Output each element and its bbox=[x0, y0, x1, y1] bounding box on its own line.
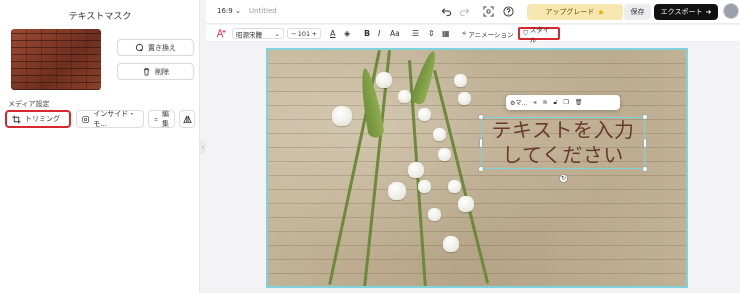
ai-text-icon[interactable] bbox=[216, 28, 226, 39]
text-box[interactable]: テキストを入力 してください bbox=[478, 114, 648, 172]
format-toolbar: 昭源宋體 ⌄ − 101 + A ◈ B I Aa ☰ ⇕ ▦ ⟡ アニメーショ… bbox=[206, 25, 740, 44]
trash-icon[interactable]: 🗑︎ bbox=[575, 99, 583, 106]
save-button[interactable]: 保存 bbox=[624, 4, 651, 20]
style-button[interactable]: ⛉ スタイル bbox=[518, 26, 560, 44]
highlight-icon[interactable]: ◈ bbox=[344, 28, 350, 39]
resize-handle-br[interactable] bbox=[642, 166, 648, 172]
animation-button[interactable]: ⟡ アニメーション bbox=[462, 28, 514, 39]
animation-icon: ⟡ bbox=[462, 29, 467, 37]
spacing-icon[interactable]: ⇕ bbox=[428, 28, 435, 39]
textbox-content[interactable]: テキストを入力 してください bbox=[482, 118, 644, 168]
flower-bell bbox=[418, 180, 431, 193]
arrow-right-icon: ➜ bbox=[705, 8, 712, 16]
flower-bell bbox=[428, 208, 441, 221]
upgrade-label: アップグレード bbox=[545, 8, 595, 16]
font-size-stepper[interactable]: − 101 + bbox=[287, 28, 321, 39]
edit-button[interactable]: 編集 bbox=[148, 110, 175, 128]
redo-icon[interactable] bbox=[459, 6, 470, 17]
text-color-icon[interactable]: A bbox=[330, 28, 335, 39]
bold-icon[interactable]: B bbox=[364, 28, 370, 39]
resize-handle-tl[interactable] bbox=[478, 114, 484, 120]
layers-icon[interactable]: ▦ bbox=[442, 28, 450, 39]
trash-icon bbox=[143, 68, 150, 76]
export-button[interactable]: エクスポート ➜ bbox=[654, 4, 718, 20]
aspect-ratio-select[interactable]: 16:9 ⌄ bbox=[217, 7, 241, 15]
flower-bell bbox=[448, 180, 461, 193]
left-panel: テキストマスク 置き換え 削除 メディア設定 トリミング インサイド・モ... … bbox=[0, 0, 200, 293]
trim-label: トリミング bbox=[25, 115, 60, 123]
align-icon[interactable]: ☰ bbox=[412, 28, 419, 39]
flower-bell bbox=[443, 236, 459, 252]
rotate-handle-icon[interactable]: ↻ bbox=[559, 174, 568, 183]
crop-icon bbox=[12, 114, 21, 124]
align-left-icon[interactable]: ⫷ bbox=[533, 99, 536, 107]
resize-handle-left[interactable] bbox=[479, 138, 483, 148]
replace-icon bbox=[135, 43, 144, 52]
layers-stack-icon[interactable]: ≋ bbox=[543, 99, 548, 106]
flower-bell bbox=[438, 148, 451, 161]
funnel-icon: ⛉ bbox=[523, 29, 528, 37]
text-mini-toolbar: ⚙マ... ⫷ ≋ 🔓︎ ❐ 🗑︎ bbox=[506, 95, 620, 110]
decrease-size-icon[interactable]: − bbox=[291, 30, 296, 38]
case-icon[interactable]: Aa bbox=[390, 28, 400, 39]
mask-option-label: マ... bbox=[515, 100, 528, 107]
resize-handle-tr[interactable] bbox=[642, 114, 648, 120]
flip-icon bbox=[182, 115, 192, 123]
replace-label: 置き換え bbox=[148, 43, 176, 52]
scan-icon[interactable] bbox=[483, 6, 494, 17]
flower-bell bbox=[454, 74, 467, 87]
font-size-value: 101 bbox=[297, 29, 311, 38]
inside-mode-button[interactable]: インサイド・モ... bbox=[76, 110, 144, 128]
panel-collapse-handle[interactable]: ‹ bbox=[200, 140, 206, 154]
animation-label: アニメーション bbox=[468, 30, 514, 39]
flower-bell bbox=[398, 90, 411, 103]
flower-bell bbox=[418, 108, 431, 121]
inside-label: インサイド・モ... bbox=[93, 110, 136, 128]
upgrade-button[interactable]: アップグレード ★ bbox=[527, 4, 623, 20]
flip-button[interactable] bbox=[179, 110, 195, 128]
increase-size-icon[interactable]: + bbox=[312, 30, 317, 38]
flower-bell bbox=[458, 196, 474, 212]
flower-bell bbox=[458, 92, 471, 105]
flower-bell bbox=[433, 128, 446, 141]
avatar[interactable] bbox=[723, 3, 739, 19]
panel-title: テキストマスク bbox=[68, 12, 132, 22]
flower-bell bbox=[388, 182, 406, 200]
text-line-1: テキストを入力 bbox=[491, 118, 635, 142]
flower-bell bbox=[332, 106, 352, 126]
aspect-ratio-value: 16:9 bbox=[217, 7, 233, 15]
help-icon[interactable] bbox=[503, 6, 514, 17]
inside-icon bbox=[82, 115, 89, 123]
resize-handle-right[interactable] bbox=[643, 138, 647, 148]
mask-option[interactable]: ⚙マ... bbox=[510, 98, 527, 107]
trim-button[interactable]: トリミング bbox=[5, 110, 71, 128]
media-settings-label: メディア設定 bbox=[8, 100, 50, 108]
crown-icon: ★ bbox=[597, 7, 605, 17]
flower-bell bbox=[408, 162, 424, 178]
italic-icon[interactable]: I bbox=[378, 28, 380, 39]
font-name: 昭源宋體 bbox=[236, 30, 262, 39]
text-line-2: してください bbox=[502, 143, 624, 167]
mask-image-thumbnail[interactable] bbox=[11, 29, 101, 90]
replace-button[interactable]: 置き換え bbox=[117, 39, 194, 56]
flower-bell bbox=[376, 72, 392, 88]
delete-label: 削除 bbox=[155, 67, 169, 76]
undo-icon[interactable] bbox=[441, 6, 452, 17]
chevron-down-icon: ⌄ bbox=[274, 29, 280, 38]
document-title[interactable]: Untitled bbox=[249, 7, 277, 15]
resize-handle-bl[interactable] bbox=[478, 166, 484, 172]
edit-label: 編集 bbox=[162, 110, 169, 128]
style-label: スタイル bbox=[529, 25, 550, 44]
unlock-icon[interactable]: 🔓︎ bbox=[554, 99, 558, 107]
delete-button[interactable]: 削除 bbox=[117, 63, 194, 80]
top-bar: 16:9 ⌄ Untitled アップグレード ★ 保存 エクスポート ➜ bbox=[206, 0, 740, 24]
sliders-icon bbox=[154, 117, 158, 121]
duplicate-icon[interactable]: ❐ bbox=[563, 99, 568, 106]
app: テキストマスク 置き換え 削除 メディア設定 トリミング インサイド・モ... … bbox=[0, 0, 740, 293]
export-label: エクスポート bbox=[660, 8, 703, 16]
font-select[interactable]: 昭源宋體 ⌄ bbox=[232, 28, 284, 39]
